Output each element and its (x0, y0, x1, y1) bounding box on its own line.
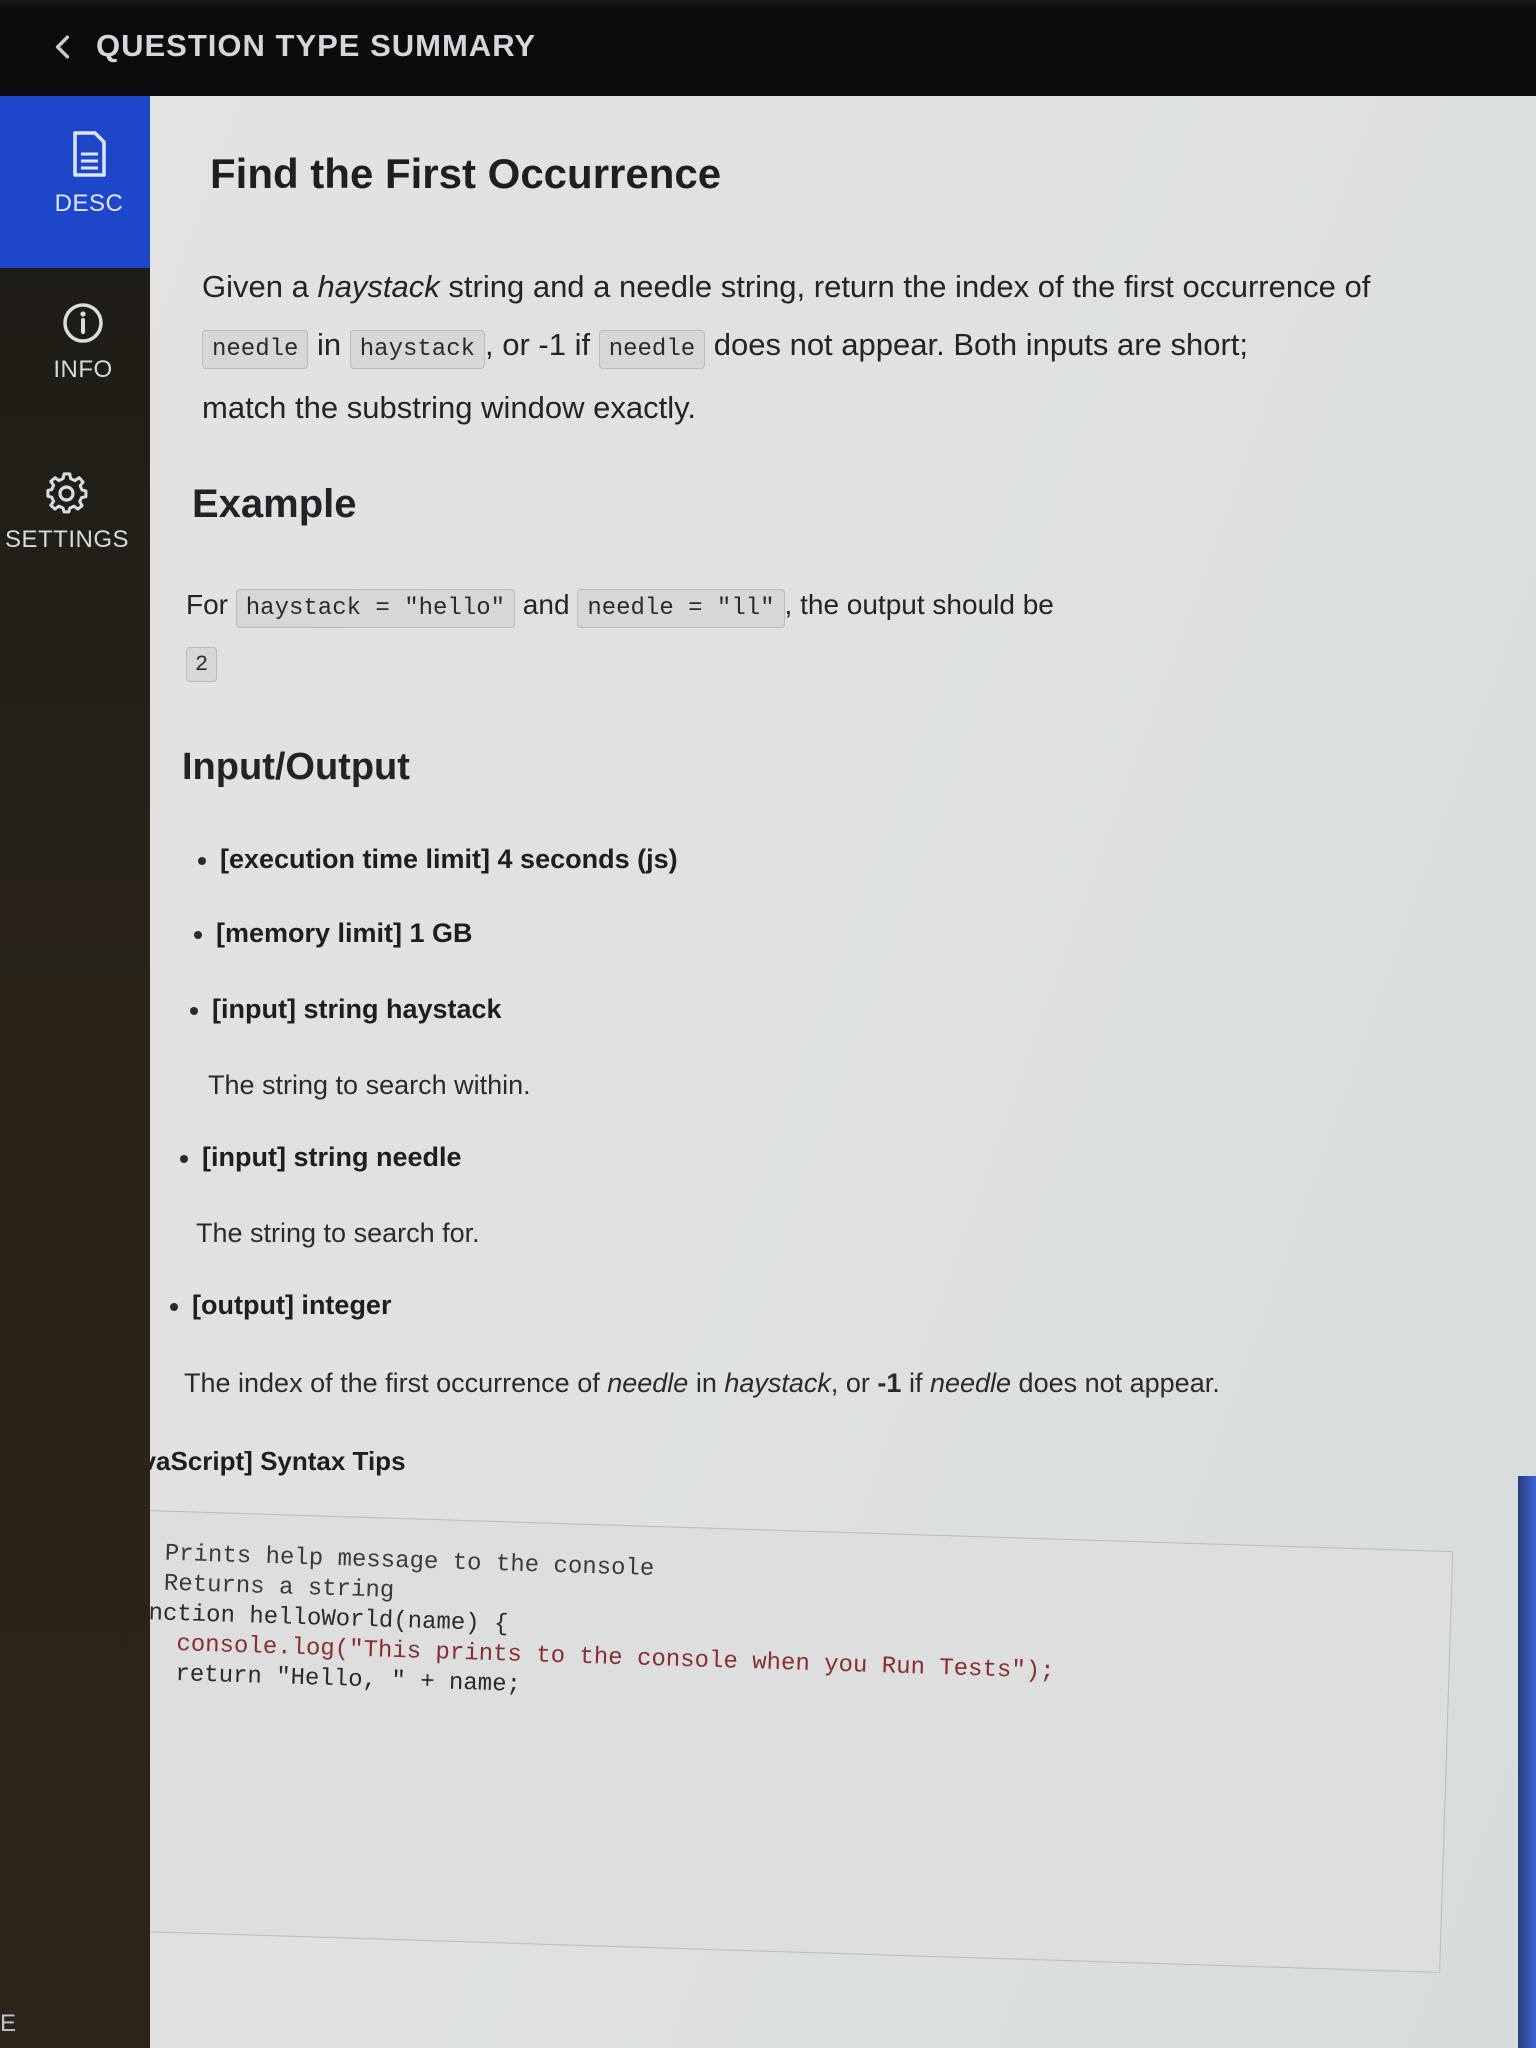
bullet-dot (190, 1006, 198, 1015)
problem-description: Given a haystack string and a needle str… (202, 258, 1532, 437)
io-item: [memory limit] 1 GB (194, 918, 473, 949)
bullet-dot (198, 856, 206, 865)
sidebar-item-info[interactable]: INFO (0, 302, 172, 384)
info-icon (63, 303, 103, 343)
gear-icon (46, 472, 88, 514)
page-header-title[interactable]: QUESTION TYPE SUMMARY (96, 28, 536, 64)
io-item: [execution time limit] 4 seconds (js) (198, 844, 678, 875)
inline-code: needle (598, 330, 706, 369)
syntax-tips-heading: [JavaScript] Syntax Tips (150, 1446, 406, 1476)
inline-code: haystack (349, 330, 485, 369)
description-line-1: Given a haystack string and a needle str… (202, 269, 1371, 304)
code-content: // Prints help message to the console //… (150, 1509, 1452, 1788)
chevron-left-icon[interactable] (50, 34, 76, 60)
bullet-dot (194, 930, 202, 939)
inline-code: needle = "ll" (577, 589, 785, 628)
top-bar: QUESTION TYPE SUMMARY (0, 0, 1536, 96)
code-line: // Returns a string (163, 1570, 395, 1605)
code-block: // Prints help message to the console //… (150, 1508, 1454, 1973)
sidebar-item-label: SETTINGS (4, 526, 129, 553)
problem-title: Find the First Occurrence (210, 150, 722, 197)
sidebar-item-label: DESC (54, 190, 124, 217)
sidebar-item-settings[interactable]: SETTINGS (0, 472, 156, 554)
main-content: Find the First Occurrence Given a haysta… (150, 96, 1536, 2048)
io-item-description: The string to search within. (208, 1070, 531, 1100)
description-line-2: needle in haystack, or -1 if needle does… (202, 316, 1532, 379)
example-heading: Example (192, 482, 357, 526)
io-item: [input] string needle (180, 1142, 462, 1173)
inline-code: needle (202, 330, 309, 369)
output-description: The index of the first occurrence of nee… (184, 1368, 1220, 1398)
io-heading: Input/Output (182, 746, 410, 788)
bullet-dot (170, 1302, 178, 1311)
bullet-dot (180, 1154, 188, 1163)
inline-code: haystack = "hello" (235, 589, 516, 628)
document-icon (73, 131, 106, 177)
io-item: [input] string haystack (190, 994, 502, 1025)
example-output: 2 (186, 647, 218, 682)
example-text: For haystack = "hello" and needle = "ll"… (186, 576, 1486, 694)
io-item: [output] integer (170, 1290, 391, 1321)
window-edge (1518, 1476, 1536, 2048)
sidebar-item-label: INFO (53, 356, 113, 383)
haystack-emphasis: haystack (317, 269, 440, 304)
io-item-description: The string to search for. (196, 1218, 480, 1248)
corner-text: E (0, 2010, 17, 2037)
description-line-3: match the substring window exactly. (202, 390, 696, 425)
